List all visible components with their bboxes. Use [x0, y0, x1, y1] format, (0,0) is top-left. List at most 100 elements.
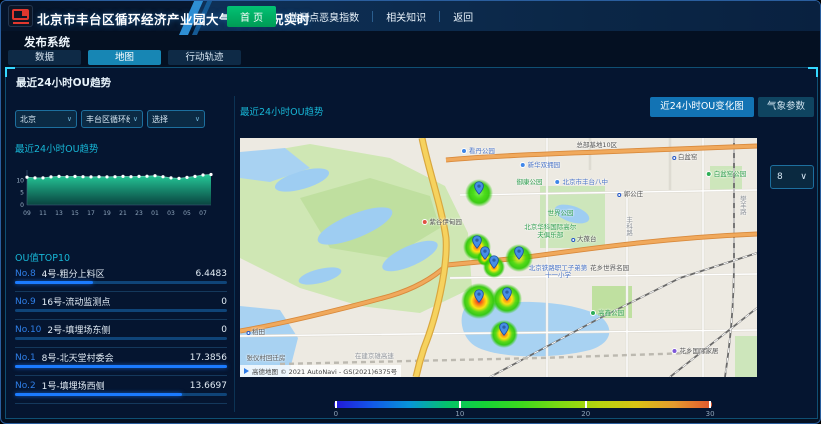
site-name: 4号-粗分上料区	[42, 267, 190, 280]
legend-tick	[335, 401, 337, 408]
progress-track	[15, 281, 227, 284]
rank-label: No.1	[15, 353, 36, 363]
nav-separator	[439, 11, 440, 22]
site-name: 8号-北天堂村委会	[42, 351, 184, 364]
rank-label: No.2	[15, 381, 36, 391]
svg-text:05: 05	[183, 210, 191, 217]
tab-map[interactable]: 地图	[88, 50, 161, 65]
progress-track	[15, 365, 227, 368]
ou-value: 13.6697	[190, 381, 227, 391]
app-logo	[8, 5, 33, 27]
park-select-value: 丰台区循环经济产	[86, 114, 130, 125]
header: 北京市丰台区循环经济产业园大气恶臭状况实时 首 页 监测点恶臭指数 相关知识 返…	[1, 1, 820, 31]
logo-dot	[22, 11, 27, 16]
svg-text:07: 07	[199, 210, 207, 217]
nav-separator	[372, 11, 373, 22]
site-name: 2号-填埋场东侧	[47, 323, 215, 336]
map-pin-icon[interactable]	[474, 180, 484, 199]
rank-row[interactable]: No.9 16号-流动监测点 0	[15, 292, 227, 320]
city-select-value: 北京	[20, 114, 36, 125]
progress-track	[15, 337, 227, 340]
site-name: 16号-流动监测点	[42, 295, 216, 308]
svg-text:03: 03	[167, 210, 175, 217]
svg-text:11: 11	[39, 210, 47, 217]
point-select-value: 8	[777, 172, 783, 182]
progress-fill	[15, 393, 182, 396]
svg-text:10: 10	[16, 177, 24, 184]
rank-row[interactable]: No.8 4号-粗分上料区 6.4483	[15, 264, 227, 292]
trend-chart: 0510091113151719212301030507	[11, 165, 219, 221]
progress-fill	[15, 281, 93, 284]
svg-text:01: 01	[151, 210, 159, 217]
map-pin-icon[interactable]	[499, 321, 509, 340]
park-select[interactable]: 丰台区循环经济产 ∨	[81, 110, 143, 128]
nav-monitor-odor-index[interactable]: 监测点恶臭指数	[289, 9, 359, 24]
legend-tick	[459, 401, 461, 408]
progress-track	[15, 393, 227, 396]
map-attribution: 高德地图 © 2021 AutoNavi - GS(2021)6375号	[240, 365, 401, 377]
map-pin-icon[interactable]	[502, 286, 512, 305]
svg-text:17: 17	[87, 210, 95, 217]
map-pin-icon[interactable]	[514, 245, 524, 264]
panel-corner-accent	[808, 67, 818, 77]
main-nav: 首 页 监测点恶臭指数 相关知识 返回	[227, 1, 473, 31]
autonavi-logo-icon	[244, 368, 249, 374]
svg-text:19: 19	[103, 210, 111, 217]
site-name: 1号-填埋场西侧	[42, 379, 184, 392]
ou-value: 6.4483	[196, 269, 228, 279]
rank-label: No.9	[15, 297, 36, 307]
legend-tick-label: 10	[455, 410, 464, 418]
tab-data[interactable]: 数据	[8, 50, 81, 65]
ou-top-list: No.8 4号-粗分上料区 6.4483 No.9 16号-流动监测点 0 No…	[15, 264, 227, 404]
weather-params-button[interactable]: 气象参数	[758, 97, 814, 117]
legend-tick-label: 20	[581, 410, 590, 418]
map-pin-icon[interactable]	[474, 288, 484, 307]
chevron-down-icon: ∨	[195, 116, 200, 123]
column-divider	[234, 96, 235, 412]
point-filter-value: 选择	[152, 114, 168, 125]
svg-text:0: 0	[20, 202, 24, 209]
svg-text:5: 5	[20, 190, 24, 197]
panel-corner-accent	[5, 67, 15, 77]
ou-value: 17.3856	[190, 353, 227, 363]
rank-row[interactable]: No.1 8号-北天堂村委会 17.3856	[15, 348, 227, 376]
chevron-down-icon: ∨	[67, 116, 72, 123]
point-filter-select[interactable]: 选择 ∨	[147, 110, 205, 128]
legend-tick-label: 0	[334, 410, 338, 418]
ou-change-map-button[interactable]: 近24小时OU变化图	[650, 97, 754, 117]
legend-tick-label: 30	[706, 410, 715, 418]
point-select[interactable]: 8 ∨	[770, 165, 814, 189]
heatmap-layer	[240, 138, 757, 377]
chevron-down-icon: ∨	[800, 173, 807, 182]
legend-tick	[709, 401, 711, 408]
app-window: 北京市丰台区循环经济产业园大气恶臭状况实时 首 页 监测点恶臭指数 相关知识 返…	[0, 0, 821, 424]
heat-legend: 0 10 20 30	[334, 401, 712, 420]
svg-text:23: 23	[135, 210, 143, 217]
svg-text:15: 15	[71, 210, 79, 217]
map-panel-title: 最近24小时OU趋势	[240, 104, 324, 118]
progress-track	[15, 309, 227, 312]
rank-label: No.10	[15, 325, 41, 335]
logo-bar	[13, 22, 29, 24]
nav-home[interactable]: 首 页	[227, 6, 276, 27]
ou-value: 0	[221, 325, 227, 335]
nav-knowledge[interactable]: 相关知识	[386, 9, 426, 24]
legend-tick	[585, 401, 587, 408]
ou-value: 0	[221, 297, 227, 307]
svg-text:13: 13	[55, 210, 63, 217]
rank-row[interactable]: No.10 2号-填埋场东侧 0	[15, 320, 227, 348]
city-select[interactable]: 北京 ∨	[15, 110, 77, 128]
panel-title: 最近24小时OU趋势	[16, 75, 111, 90]
nav-back[interactable]: 返回	[453, 9, 473, 24]
chevron-down-icon: ∨	[133, 116, 138, 123]
legend-tick-labels: 0 10 20 30	[334, 410, 712, 420]
map[interactable]: 看丹公园新华双拥园御康公园总部基地10区北京市丰台八中郭公庄白盆窑白盆窑公园世界…	[240, 138, 757, 377]
svg-text:09: 09	[23, 210, 31, 217]
map-copyright: 高德地图 © 2021 AutoNavi - GS(2021)6375号	[252, 366, 397, 376]
trend-panel: 最近24小时OU趋势 北京 ∨ 丰台区循环经济产 ∨ 选择 ∨ 最近24小时OU…	[5, 67, 818, 419]
map-pin-icon[interactable]	[480, 245, 490, 264]
rank-row[interactable]: No.2 1号-填埋场西侧 13.6697	[15, 376, 227, 404]
map-pin-icon[interactable]	[489, 254, 499, 273]
tab-track[interactable]: 行动轨迹	[168, 50, 241, 65]
trend-chart-svg: 0510091113151719212301030507	[11, 165, 219, 221]
